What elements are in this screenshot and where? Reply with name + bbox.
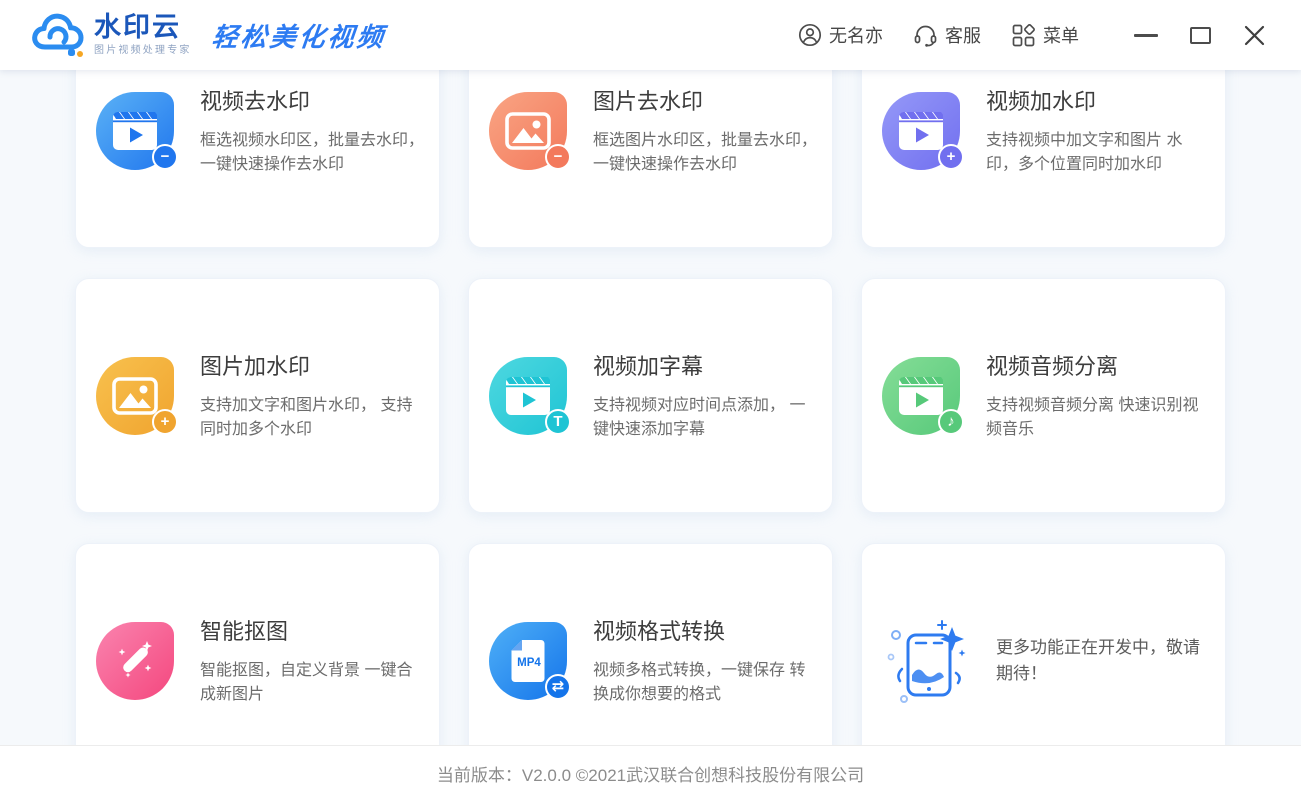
video-add-subtitle-icon: T xyxy=(489,357,567,435)
convert-badge-icon: ⇄ xyxy=(545,674,571,700)
feature-card-8[interactable]: MP4⇄ 视频格式转换 视频多格式转换，一键保存 转换成你想要的格式 xyxy=(468,543,833,745)
minimize-icon xyxy=(1134,34,1158,37)
video-audio-split-icon: ♪ xyxy=(882,357,960,435)
close-button[interactable] xyxy=(1233,15,1275,55)
menu-label: 菜单 xyxy=(1043,22,1079,48)
video-remove-watermark-icon: − xyxy=(96,92,174,170)
card-text: 智能抠图 智能抠图，自定义背景 一键合成新图片 xyxy=(200,614,425,707)
feature-card-2[interactable]: − 图片去水印 框选图片水印区，批量去水印， 一键快速操作去水印 xyxy=(468,70,833,248)
menu-button[interactable]: 菜单 xyxy=(1011,22,1079,48)
card-title: 图片去水印 xyxy=(593,84,818,116)
card-title: 视频加水印 xyxy=(986,84,1211,116)
svg-text:MP4: MP4 xyxy=(517,657,541,669)
user-account-button[interactable]: 无名亦 xyxy=(798,22,883,48)
smart-cutout-icon xyxy=(96,622,174,700)
plus-badge-icon: + xyxy=(152,409,178,435)
user-name: 无名亦 xyxy=(829,22,883,48)
card-title: 视频音频分离 xyxy=(986,349,1211,381)
close-icon xyxy=(1243,24,1266,47)
customer-service-button[interactable]: 客服 xyxy=(913,22,981,48)
card-description: 框选视频水印区，批量去水印， 一键快速操作去水印 xyxy=(200,129,425,177)
maximize-icon xyxy=(1190,27,1211,44)
image-add-watermark-icon: + xyxy=(96,357,174,435)
brand-name: 水印云 xyxy=(94,14,192,41)
menu-grid-icon xyxy=(1011,23,1036,48)
card-description: 框选图片水印区，批量去水印， 一键快速操作去水印 xyxy=(593,129,818,177)
card-text: 更多功能正在开发中，敬请期待！ xyxy=(996,635,1211,686)
note-badge-icon: ♪ xyxy=(938,409,964,435)
card-title: 视频格式转换 xyxy=(593,614,818,646)
card-description: 智能抠图，自定义背景 一键合成新图片 xyxy=(200,659,425,707)
card-description: 更多功能正在开发中，敬请期待！ xyxy=(996,635,1211,686)
card-description: 支持视频对应时间点添加， 一键快速添加字幕 xyxy=(593,394,818,442)
card-text: 视频去水印 框选视频水印区，批量去水印， 一键快速操作去水印 xyxy=(200,84,425,177)
feature-card-6[interactable]: ♪ 视频音频分离 支持视频音频分离 快速识别视频音乐 xyxy=(861,278,1226,513)
card-description: 支持视频音频分离 快速识别视频音乐 xyxy=(986,394,1211,442)
minus-badge-icon: − xyxy=(152,144,178,170)
icon-blob xyxy=(96,622,174,700)
feature-card-4[interactable]: + 图片加水印 支持加文字和图片水印， 支持同时加多个水印 xyxy=(75,278,440,513)
image-remove-watermark-icon: − xyxy=(489,92,567,170)
user-icon xyxy=(798,23,822,47)
app-header: 水印云 图片视频处理专家 轻松美化视频 无名亦 客服 xyxy=(0,0,1301,70)
headset-icon xyxy=(913,23,938,47)
card-text: 视频音频分离 支持视频音频分离 快速识别视频音乐 xyxy=(986,349,1211,442)
feature-card-5[interactable]: T 视频加字幕 支持视频对应时间点添加， 一键快速添加字幕 xyxy=(468,278,833,513)
card-text: 视频格式转换 视频多格式转换，一键保存 转换成你想要的格式 xyxy=(593,614,818,707)
app-logo: 水印云 图片视频处理专家 轻松美化视频 xyxy=(30,11,386,59)
app-footer: 当前版本：V2.0.0 ©2021武汉联合创想科技股份有限公司 xyxy=(0,745,1301,800)
coming-soon-illustration xyxy=(882,613,978,709)
feature-card-1[interactable]: − 视频去水印 框选视频水印区，批量去水印， 一键快速操作去水印 xyxy=(75,70,440,248)
card-text: 视频加水印 支持视频中加文字和图片 水印，多个位置同时加水印 xyxy=(986,84,1211,177)
version-text: 当前版本：V2.0.0 ©2021武汉联合创想科技股份有限公司 xyxy=(437,761,864,786)
minimize-button[interactable] xyxy=(1125,15,1167,55)
window-controls xyxy=(1113,15,1275,55)
header-right: 无名亦 客服 菜单 xyxy=(768,15,1275,55)
card-text: 图片去水印 框选图片水印区，批量去水印， 一键快速操作去水印 xyxy=(593,84,818,177)
T-badge-icon: T xyxy=(545,409,571,435)
card-description: 支持视频中加文字和图片 水印，多个位置同时加水印 xyxy=(986,129,1211,177)
card-text: 图片加水印 支持加文字和图片水印， 支持同时加多个水印 xyxy=(200,349,425,442)
video-format-convert-icon: MP4⇄ xyxy=(489,622,567,700)
card-title: 图片加水印 xyxy=(200,349,425,381)
card-description: 视频多格式转换，一键保存 转换成你想要的格式 xyxy=(593,659,818,707)
brand-subtitle: 图片视频处理专家 xyxy=(94,46,192,56)
maximize-button[interactable] xyxy=(1179,15,1221,55)
feature-card-9[interactable]: 更多功能正在开发中，敬请期待！ xyxy=(861,543,1226,745)
card-text: 视频加字幕 支持视频对应时间点添加， 一键快速添加字幕 xyxy=(593,349,818,442)
card-title: 视频加字幕 xyxy=(593,349,818,381)
minus-badge-icon: − xyxy=(545,144,571,170)
feature-grid: − 视频去水印 框选视频水印区，批量去水印， 一键快速操作去水印 − 图片去水印… xyxy=(75,70,1226,745)
card-title: 智能抠图 xyxy=(200,614,425,646)
feature-card-3[interactable]: + 视频加水印 支持视频中加文字和图片 水印，多个位置同时加水印 xyxy=(861,70,1226,248)
feature-card-7[interactable]: 智能抠图 智能抠图，自定义背景 一键合成新图片 xyxy=(75,543,440,745)
card-title: 视频去水印 xyxy=(200,84,425,116)
customer-service-label: 客服 xyxy=(945,22,981,48)
video-add-watermark-icon: + xyxy=(882,92,960,170)
brand-slogan: 轻松美化视频 xyxy=(210,17,388,54)
main-content: − 视频去水印 框选视频水印区，批量去水印， 一键快速操作去水印 − 图片去水印… xyxy=(0,70,1301,745)
card-description: 支持加文字和图片水印， 支持同时加多个水印 xyxy=(200,394,425,442)
cloud-logo-icon xyxy=(30,11,86,59)
plus-badge-icon: + xyxy=(938,144,964,170)
